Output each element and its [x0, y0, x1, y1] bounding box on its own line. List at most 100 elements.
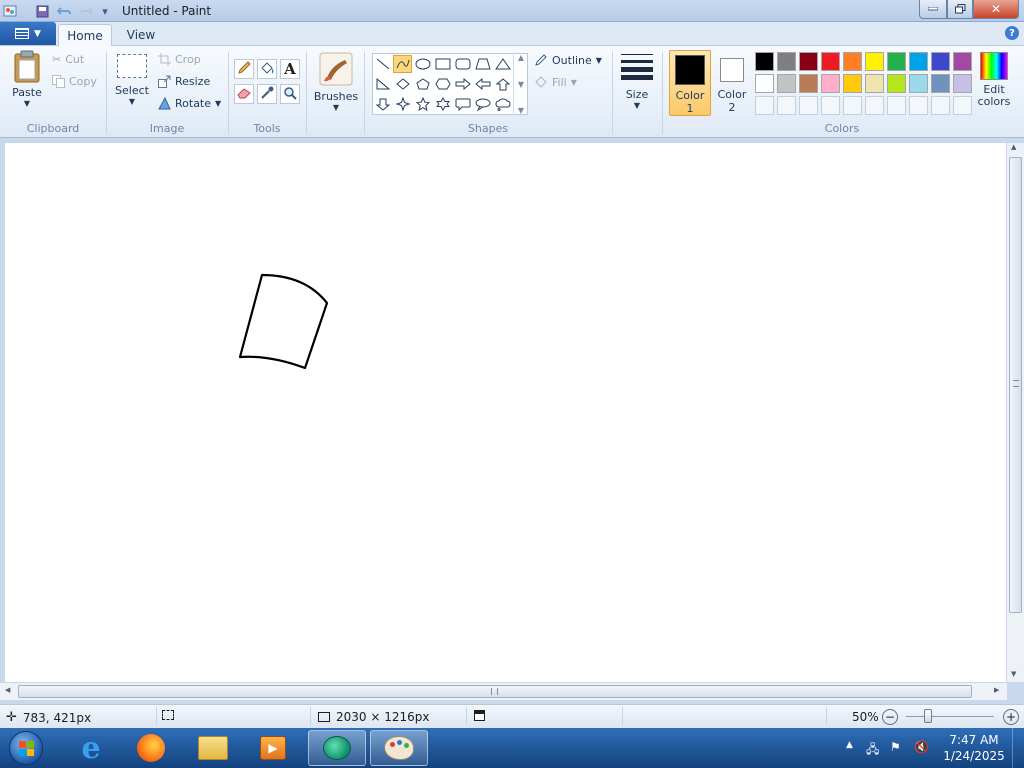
zoom-in-button[interactable]: + — [1003, 709, 1019, 725]
paint-app-icon[interactable] — [2, 3, 18, 19]
taskbar-internet-explorer[interactable]: e — [62, 730, 120, 766]
vertical-scrollbar[interactable]: ▲ ▼ — [1007, 143, 1024, 682]
custom-color-slot[interactable] — [887, 96, 906, 115]
tab-home[interactable]: Home — [58, 24, 112, 46]
polygon-shape[interactable] — [473, 55, 492, 73]
right-triangle-shape[interactable] — [373, 75, 392, 93]
chevron-right-icon[interactable]: ▶ — [994, 686, 999, 694]
custom-color-slot[interactable] — [953, 96, 972, 115]
resize-button[interactable]: Resize — [158, 75, 210, 88]
color-swatch[interactable] — [843, 74, 862, 93]
triangle-shape[interactable] — [493, 55, 512, 73]
zoom-slider-thumb[interactable] — [924, 709, 932, 723]
zoom-out-button[interactable]: − — [882, 709, 898, 725]
close-button[interactable]: ✕ — [973, 0, 1019, 19]
custom-color-slot[interactable] — [909, 96, 928, 115]
paint-menu-button[interactable]: ▼ — [0, 22, 56, 45]
rotate-button[interactable]: Rotate ▼ — [158, 97, 221, 110]
five-point-star-shape[interactable] — [413, 95, 432, 113]
show-hidden-icons[interactable]: ▲ — [846, 740, 853, 750]
left-arrow-shape[interactable] — [473, 75, 492, 93]
taskbar-active-app[interactable] — [308, 730, 366, 766]
color-swatch[interactable] — [887, 52, 906, 71]
down-arrow-shape[interactable] — [373, 95, 392, 113]
color-swatch[interactable] — [755, 74, 774, 93]
text-tool[interactable]: A — [280, 59, 300, 79]
quick-access-dropdown-icon[interactable]: ▾ — [97, 3, 113, 19]
custom-color-slot[interactable] — [777, 96, 796, 115]
color-swatch[interactable] — [755, 52, 774, 71]
zoom-slider-track[interactable] — [906, 716, 994, 717]
color-swatch[interactable] — [799, 74, 818, 93]
system-clock[interactable]: 7:47 AM 1/24/2025 — [940, 732, 1008, 764]
fill-tool[interactable] — [257, 59, 277, 79]
save-icon[interactable] — [34, 3, 50, 19]
size-button[interactable]: Size ▼ — [618, 52, 656, 110]
pencil-tool[interactable] — [234, 59, 254, 79]
rounded-callout-shape[interactable] — [453, 95, 472, 113]
fill-button[interactable]: Fill ▼ — [534, 75, 577, 89]
color-swatch[interactable] — [821, 52, 840, 71]
redo-icon[interactable] — [78, 3, 94, 19]
select-button[interactable]: Select ▼ — [114, 54, 150, 106]
taskbar-file-explorer[interactable] — [184, 730, 242, 766]
magnifier-tool[interactable] — [280, 84, 300, 104]
brushes-button[interactable]: Brushes ▼ — [312, 52, 360, 112]
color-swatch[interactable] — [777, 52, 796, 71]
help-icon[interactable]: ? — [1005, 26, 1019, 40]
custom-color-slot[interactable] — [755, 96, 774, 115]
volume-muted-icon[interactable]: 🔇 — [914, 740, 929, 754]
custom-color-slot[interactable] — [865, 96, 884, 115]
custom-color-slot[interactable] — [799, 96, 818, 115]
chevron-down-icon[interactable]: ▼ — [1011, 670, 1016, 678]
rounded-rectangle-shape[interactable] — [453, 55, 472, 73]
taskbar-media-player[interactable]: ▶ — [244, 730, 302, 766]
custom-color-slot[interactable] — [821, 96, 840, 115]
rectangle-shape[interactable] — [433, 55, 452, 73]
action-center-flag-icon[interactable]: ⚑ — [890, 740, 901, 754]
color2-button[interactable]: Color 2 — [713, 50, 751, 116]
maximize-button[interactable] — [947, 0, 973, 19]
oval-callout-shape[interactable] — [473, 95, 492, 113]
color-swatch[interactable] — [777, 74, 796, 93]
copy-button[interactable]: Copy — [52, 75, 97, 88]
undo-icon[interactable] — [56, 3, 72, 19]
four-point-star-shape[interactable] — [393, 95, 412, 113]
color-swatch[interactable] — [931, 74, 950, 93]
chevron-left-icon[interactable]: ◀ — [5, 686, 10, 694]
start-button[interactable] — [4, 730, 48, 766]
horizontal-scrollbar[interactable]: ◀ ▶ — [0, 683, 1007, 700]
color-swatch[interactable] — [887, 74, 906, 93]
minimize-button[interactable] — [919, 0, 947, 19]
color-swatch[interactable] — [909, 52, 928, 71]
show-desktop-button[interactable] — [1012, 728, 1024, 768]
six-point-star-shape[interactable] — [433, 95, 452, 113]
horizontal-scroll-thumb[interactable] — [18, 685, 972, 698]
color-swatch[interactable] — [953, 52, 972, 71]
eraser-tool[interactable] — [234, 84, 254, 104]
hexagon-shape[interactable] — [433, 75, 452, 93]
color-swatch[interactable] — [843, 52, 862, 71]
custom-color-slot[interactable] — [843, 96, 862, 115]
right-arrow-shape[interactable] — [453, 75, 472, 93]
color-swatch[interactable] — [865, 74, 884, 93]
cut-button[interactable]: ✂ Cut — [52, 53, 84, 66]
edit-colors-button[interactable]: Edit colors — [975, 52, 1013, 108]
pentagon-shape[interactable] — [413, 75, 432, 93]
drawing-canvas[interactable] — [5, 143, 1006, 682]
outline-button[interactable]: Outline ▼ — [534, 53, 602, 67]
paste-button[interactable]: Paste ▼ — [8, 50, 46, 108]
network-icon[interactable]: 🖧 — [866, 740, 879, 761]
taskbar-paint[interactable] — [370, 730, 428, 766]
cloud-callout-shape[interactable] — [493, 95, 512, 113]
curve-shape[interactable] — [393, 55, 412, 73]
color-swatch[interactable] — [821, 74, 840, 93]
color-swatch[interactable] — [799, 52, 818, 71]
tab-view[interactable]: View — [114, 24, 168, 46]
diamond-shape[interactable] — [393, 75, 412, 93]
crop-button[interactable]: Crop — [158, 53, 201, 66]
line-shape[interactable] — [373, 55, 392, 73]
color1-button[interactable]: Color 1 — [669, 50, 711, 116]
chevron-up-icon[interactable]: ▲ — [1011, 143, 1016, 151]
color-swatch[interactable] — [909, 74, 928, 93]
